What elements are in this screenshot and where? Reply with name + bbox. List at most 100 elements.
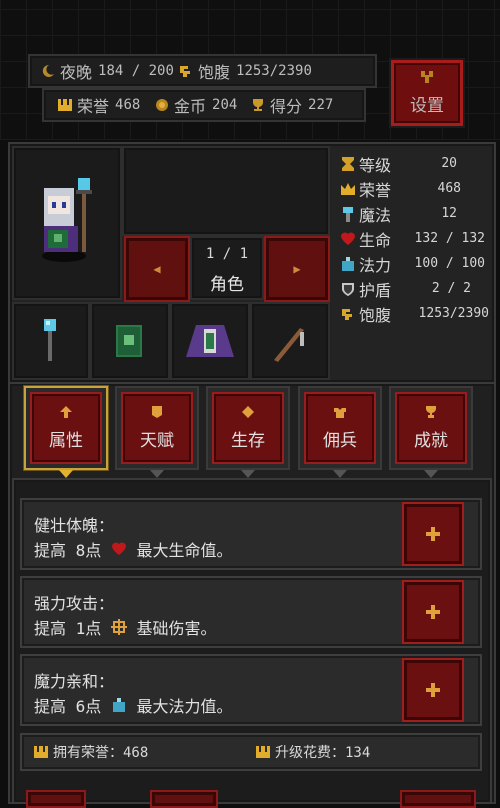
stat-satiety: 饱腹 1253/2390 (331, 301, 491, 326)
time-of-day: 夜晚 184 / 200 (40, 56, 174, 86)
tab-pointer (424, 470, 438, 478)
bottom-button-left[interactable] (26, 790, 86, 808)
page-title: 角色 (210, 275, 244, 295)
tab-pointer (241, 470, 255, 478)
upgrade-vitality-button[interactable] (402, 502, 464, 566)
gear-icon (421, 70, 433, 83)
skill-description: 提高 6点 最大法力值。 (34, 693, 233, 717)
time-label: 夜晚 (60, 63, 93, 82)
stats-list: 等级 20 荣誉 468 魔法 12 生命 132 / 132 法力 100 /… (331, 146, 491, 326)
prev-page-button[interactable]: ◀ (124, 236, 190, 302)
chevron-left-icon: ◀ (153, 262, 161, 276)
skill-desc-suffix: 最大法力值。 (126, 697, 233, 716)
tab-survival[interactable]: 生存 (206, 386, 290, 478)
stat-mana: 法力 100 / 100 (331, 251, 491, 276)
settings-label: 设置 (410, 95, 444, 116)
resource-bar: 荣誉 468 金币 204 得分 227 (42, 88, 366, 122)
tab-label: 天赋 (140, 430, 174, 451)
settings-button[interactable]: 设置 (391, 60, 463, 126)
time-value: 184 / 200 (98, 63, 174, 79)
skill-desc-prefix: 提高 8点 (34, 541, 111, 560)
crown-icon (58, 99, 72, 111)
plus-icon (426, 527, 440, 541)
chevron-right-icon: ▶ (293, 262, 301, 276)
food-icon (178, 63, 194, 79)
satiety-top: 饱腹 1253/2390 (178, 56, 312, 86)
upgrade-attack-button[interactable] (402, 580, 464, 644)
tab-label: 佣兵 (323, 430, 357, 451)
gold-label: 金币 (174, 97, 207, 116)
honor-value: 468 (115, 97, 141, 113)
heart-icon (111, 542, 126, 555)
mana-potion-icon (112, 698, 125, 712)
skill-description: 提高 1点 基础伤害。 (34, 615, 217, 639)
score-label: 得分 (270, 97, 303, 116)
upgrade-cost: 升级花费：134 (256, 735, 370, 769)
heart-icon (340, 231, 356, 247)
owned-honor-text: 拥有荣誉：468 (53, 745, 149, 761)
tab-label: 生存 (231, 430, 265, 451)
honor-top: 荣誉 468 (58, 90, 140, 120)
stat-honor: 荣誉 468 (331, 176, 491, 201)
top-status-bar: 夜晚 184 / 200 饱腹 1253/2390 (28, 54, 377, 88)
upgrade-mana-button[interactable] (402, 658, 464, 722)
skill-row-mana-affinity: 魔力亲和： 提高 6点 最大法力值。 (20, 654, 482, 726)
score-value: 227 (308, 97, 334, 113)
tab-pointer (333, 470, 347, 478)
equip-slot-staff[interactable] (12, 302, 90, 380)
trophy-icon (426, 405, 436, 418)
satiety-value: 1253/2390 (236, 63, 312, 79)
gold-top: 金币 204 (154, 90, 237, 120)
tab-label: 成就 (414, 430, 448, 451)
staff-icon (340, 206, 356, 222)
active-pointer (59, 470, 73, 478)
crown-icon (34, 746, 48, 758)
stat-shield: 护盾 2 / 2 (331, 276, 491, 301)
crown-icon (340, 181, 356, 197)
score-top: 得分 227 (250, 90, 333, 120)
tab-attributes[interactable]: 属性 (24, 386, 108, 478)
page-indicator: 1 / 1 (205, 246, 249, 262)
coin-icon (154, 97, 170, 113)
skill-desc-prefix: 提高 6点 (34, 697, 111, 716)
stat-level: 等级 20 (331, 151, 491, 176)
bottom-button-right[interactable] (400, 790, 476, 808)
skill-row-power-attack: 强力攻击： 提高 1点 基础伤害。 (20, 576, 482, 648)
shield-icon (340, 281, 356, 297)
plus-icon (426, 683, 440, 697)
skill-title: 魔力亲和： (34, 672, 115, 691)
crown-icon (256, 746, 270, 758)
skill-desc-prefix: 提高 1点 (34, 619, 111, 638)
equip-slot-wand[interactable] (250, 302, 330, 380)
diamond-icon (242, 405, 254, 418)
owned-honor: 拥有荣誉：468 (34, 735, 148, 769)
character-preview-slot (122, 146, 330, 236)
plus-icon (426, 605, 440, 619)
food-icon (340, 306, 356, 322)
armor-icon (334, 407, 346, 418)
wand-icon (274, 328, 304, 362)
moon-icon (40, 63, 56, 79)
next-page-button[interactable]: ▶ (264, 236, 330, 302)
sparkle-icon (110, 619, 127, 635)
banner-icon (152, 405, 162, 418)
tab-achievements[interactable]: 成就 (389, 386, 473, 478)
tab-talents[interactable]: 天赋 (115, 386, 199, 478)
arrow-up-icon (60, 405, 72, 418)
skill-description: 提高 8点 最大生命值。 (34, 537, 233, 561)
mana-potion-icon (340, 256, 356, 272)
stat-health: 生命 132 / 132 (331, 226, 491, 251)
staff-icon (44, 319, 56, 361)
portrait-slot[interactable] (12, 146, 122, 300)
robe-icon (186, 325, 234, 357)
trophy-icon (250, 97, 266, 113)
stat-magic: 魔法 12 (331, 201, 491, 226)
tab-mercenaries[interactable]: 佣兵 (298, 386, 382, 478)
bottom-button-mid[interactable] (150, 790, 218, 808)
equip-slot-book[interactable] (90, 302, 170, 380)
skill-row-vitality: 健壮体魄： 提高 8点 最大生命值。 (20, 498, 482, 570)
skill-desc-suffix: 最大生命值。 (126, 541, 233, 560)
hourglass-icon (340, 156, 356, 172)
skill-desc-suffix: 基础伤害。 (126, 619, 217, 638)
equip-slot-robe[interactable] (170, 302, 250, 380)
